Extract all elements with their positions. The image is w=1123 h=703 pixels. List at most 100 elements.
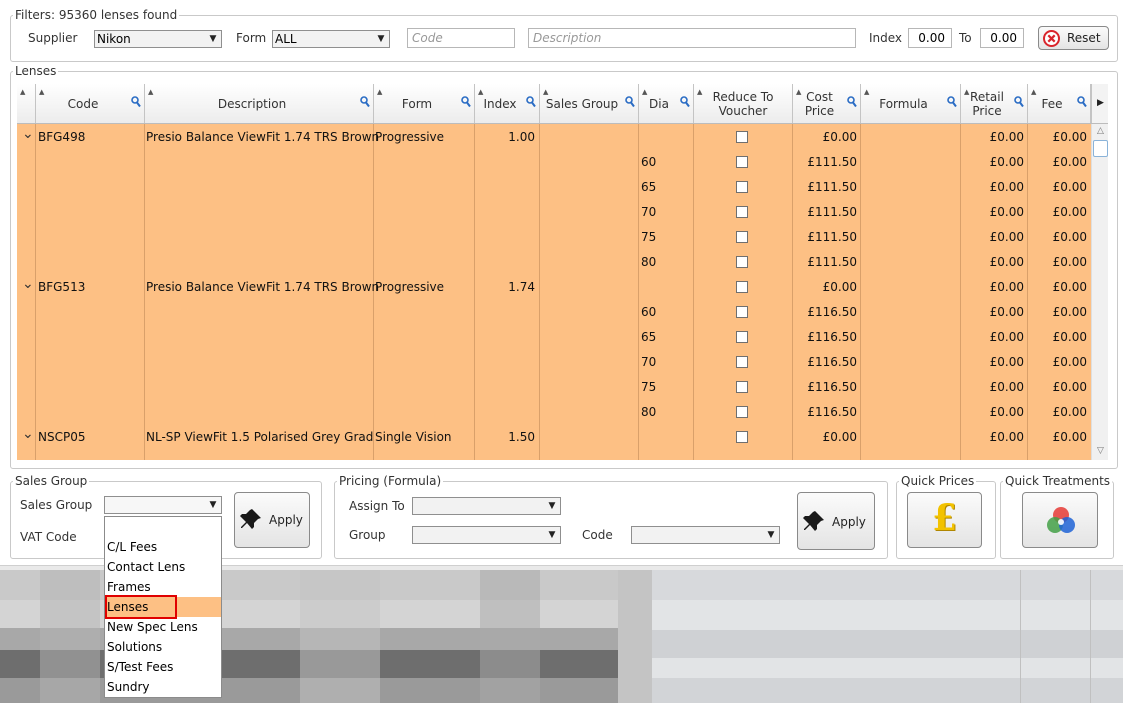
cell-index[interactable] [475,325,535,350]
dropdown-option[interactable]: Solutions [107,637,221,657]
dropdown-option[interactable]: S/Test Fees [107,657,221,677]
reduce-to-voucher-checkbox[interactable] [736,181,748,193]
cell-retail-price[interactable]: £0.00 [962,275,1024,300]
cell-fee[interactable]: £0.00 [1029,175,1087,200]
cell-cost-price[interactable]: £116.50 [794,375,857,400]
column-header-description[interactable]: ▲ Description [145,84,374,123]
cell-description[interactable] [146,325,372,350]
sales-group-select[interactable]: ▼ [104,496,222,514]
search-icon[interactable] [947,96,957,108]
search-icon[interactable] [1077,96,1087,108]
supplier-select[interactable]: Nikon ▼ [94,30,222,48]
cell-retail-price[interactable]: £0.00 [962,200,1024,225]
cell-retail-price[interactable]: £0.00 [962,125,1024,150]
cell-description[interactable] [146,175,372,200]
cell-dia[interactable]: 65 [641,175,689,200]
reduce-to-voucher-checkbox[interactable] [736,231,748,243]
scroll-up-arrow-icon[interactable]: △ [1094,126,1107,136]
cell-dia[interactable]: 65 [641,325,689,350]
cell-cost-price[interactable]: £0.00 [794,125,857,150]
cell-code[interactable] [38,400,142,425]
cell-fee[interactable]: £0.00 [1029,150,1087,175]
reduce-to-voucher-checkbox[interactable] [736,156,748,168]
cell-retail-price[interactable]: £0.00 [962,150,1024,175]
column-header-form[interactable]: ▲ Form [374,84,475,123]
cell-retail-price[interactable]: £0.00 [962,300,1024,325]
cell-form[interactable] [375,200,473,225]
column-header-index[interactable]: ▲ Index [475,84,540,123]
search-icon[interactable] [131,96,141,108]
cell-cost-price[interactable]: £116.50 [794,300,857,325]
cell-form[interactable] [375,325,473,350]
cell-fee[interactable]: £0.00 [1029,250,1087,275]
cell-retail-price[interactable]: £0.00 [962,250,1024,275]
cell-cost-price[interactable]: £111.50 [794,175,857,200]
search-icon[interactable] [360,96,370,108]
search-icon[interactable] [680,96,690,108]
dropdown-option[interactable]: New Spec Lens [107,617,221,637]
cell-code[interactable] [38,325,142,350]
cell-fee[interactable]: £0.00 [1029,325,1087,350]
code-input[interactable]: Code [407,28,515,48]
cell-dia[interactable]: 80 [641,250,689,275]
column-header-formula[interactable]: ▲ Formula [861,84,961,123]
cell-description[interactable] [146,300,372,325]
cell-code[interactable]: NSCP05 [38,425,142,450]
scroll-down-arrow-icon[interactable]: ▽ [1094,446,1107,456]
cell-cost-price[interactable]: £111.50 [794,150,857,175]
column-header-sales-group[interactable]: ▲ Sales Group [540,84,639,123]
reduce-to-voucher-checkbox[interactable] [736,206,748,218]
cell-code[interactable] [38,350,142,375]
cell-dia[interactable] [641,275,689,300]
cell-cost-price[interactable]: £111.50 [794,225,857,250]
cell-retail-price[interactable]: £0.00 [962,175,1024,200]
dropdown-option[interactable]: C/L Fees [107,537,221,557]
cell-dia[interactable]: 75 [641,225,689,250]
cell-fee[interactable]: £0.00 [1029,425,1087,450]
cell-fee[interactable]: £0.00 [1029,400,1087,425]
search-icon[interactable] [526,96,536,108]
cell-dia[interactable]: 60 [641,150,689,175]
cell-code[interactable] [38,175,142,200]
cell-cost-price[interactable]: £0.00 [794,425,857,450]
cell-description[interactable]: NL-SP ViewFit 1.5 Polarised Grey Grad [146,425,373,450]
cell-cost-price[interactable]: £0.00 [794,275,857,300]
pricing-apply-button[interactable]: Apply [797,492,875,550]
cell-index[interactable] [475,250,535,275]
cell-cost-price[interactable]: £111.50 [794,200,857,225]
dropdown-option[interactable]: Sundry [107,677,221,697]
column-header-fee[interactable]: ▲ Fee [1028,84,1091,123]
cell-dia[interactable]: 60 [641,300,689,325]
cell-index[interactable] [475,150,535,175]
search-icon[interactable] [1014,96,1024,108]
cell-index[interactable]: 1.50 [475,425,535,450]
cell-cost-price[interactable]: £116.50 [794,325,857,350]
scroll-right-arrow-icon[interactable]: ▶ [1091,84,1108,123]
cell-index[interactable] [475,400,535,425]
scroll-thumb[interactable] [1093,140,1108,157]
cell-dia[interactable]: 75 [641,375,689,400]
cell-code[interactable] [38,200,142,225]
cell-index[interactable] [475,300,535,325]
cell-dia[interactable]: 70 [641,350,689,375]
reduce-to-voucher-checkbox[interactable] [736,256,748,268]
column-header-cost-price[interactable]: ▲ Cost Price [793,84,861,123]
reduce-to-voucher-checkbox[interactable] [736,331,748,343]
cell-description[interactable]: Presio Balance ViewFit 1.74 TRS Brown [146,125,379,150]
reduce-to-voucher-checkbox[interactable] [736,306,748,318]
cell-dia[interactable]: 70 [641,200,689,225]
reset-button[interactable]: Reset [1038,26,1109,50]
cell-description[interactable] [146,150,372,175]
cell-form[interactable] [375,150,473,175]
cell-index[interactable] [475,375,535,400]
cell-description[interactable] [146,200,372,225]
column-header-dia[interactable]: ▲ Dia [639,84,694,123]
search-icon[interactable] [625,96,635,108]
cell-code[interactable]: BFG513 [38,275,142,300]
vertical-scrollbar[interactable]: △ ▽ [1091,124,1108,460]
cell-retail-price[interactable]: £0.00 [962,400,1024,425]
cell-code[interactable]: BFG498 [38,125,142,150]
cell-fee[interactable]: £0.00 [1029,125,1087,150]
cell-form[interactable] [375,400,473,425]
cell-form[interactable]: Progressive [375,125,473,150]
